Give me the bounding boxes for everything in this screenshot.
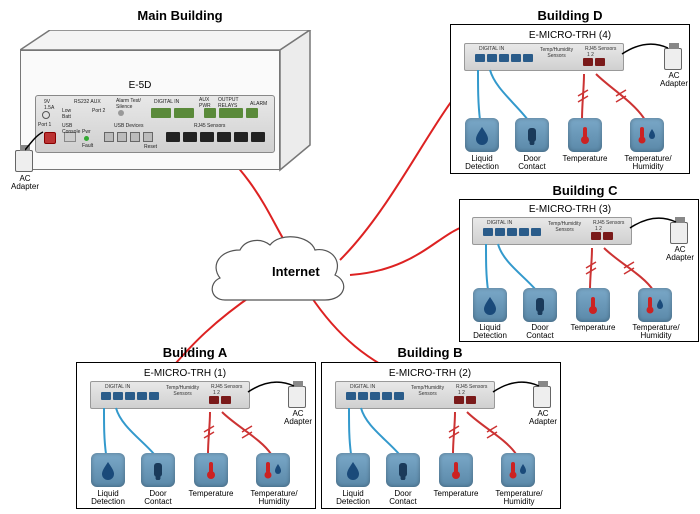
sensor-temp-c — [576, 288, 610, 322]
device-c-label: E-MICRO-TRH (3) — [500, 204, 640, 215]
sensor-th-c-label: Temperature/ Humidity — [626, 324, 686, 340]
micro-device-d: DIGITAL IN Temp/Humidity Sensors RJ45 Se… — [464, 43, 624, 71]
e5d-fault-label: Fault — [82, 143, 93, 149]
sensor-liquid-c-label: Liquid Detection — [466, 324, 514, 340]
sensor-liquid-b — [336, 453, 370, 487]
building-a-title: Building A — [135, 345, 255, 360]
device-a-label: E-MICRO-TRH (1) — [115, 368, 255, 379]
sensor-liquid-a-label: Liquid Detection — [84, 490, 132, 506]
sensor-liquid-d — [465, 118, 499, 152]
ac-adapter-main-label: AC Adapter — [8, 175, 42, 191]
e5d-lowbatt-label: Low Batt — [62, 108, 71, 120]
sensor-door-b-label: Door Contact — [381, 490, 425, 506]
sensor-th-b — [501, 453, 535, 487]
main-building-title: Main Building — [100, 8, 260, 23]
sensor-temp-c-label: Temperature — [564, 324, 622, 332]
sensor-liquid-c — [473, 288, 507, 322]
e5d-rs232-label: RS232 AUX — [74, 99, 101, 105]
sensor-door-c — [523, 288, 557, 322]
e5d-port2-label: Port 2 — [92, 108, 105, 114]
e5d-digin-label: DIGITAL IN — [154, 99, 179, 105]
e5d-device: 9V 1.5A RS232 AUX Alarm Test/ Silence DI… — [35, 95, 275, 153]
sensor-th-c — [638, 288, 672, 322]
e5d-usb-label: USB Console — [62, 123, 80, 135]
e5d-rj45-label: RJ45 Sensors — [194, 123, 225, 129]
sensor-door-b — [386, 453, 420, 487]
micro-device-c: DIGITAL IN Temp/Humidity Sensors RJ45 Se… — [472, 217, 632, 245]
e5d-alarm-label: Alarm Test/ Silence — [116, 98, 141, 110]
sensor-th-a — [256, 453, 290, 487]
e5d-port1-label: Port 1 — [38, 122, 51, 128]
micro-device-b: DIGITAL IN Temp/Humidity Sensors RJ45 Se… — [335, 381, 495, 409]
e5d-label: E-5D — [110, 80, 170, 91]
sensor-th-d — [630, 118, 664, 152]
micro-device-a: DIGITAL IN Temp/Humidity Sensors RJ45 Se… — [90, 381, 250, 409]
sensor-temp-d-label: Temperature — [556, 155, 614, 163]
e5d-usbdev-label: USB Devices — [114, 123, 143, 129]
sensor-temp-b-label: Temperature — [427, 490, 485, 498]
sensor-th-a-label: Temperature/ Humidity — [244, 490, 304, 506]
e5d-alarm2-label: ALARM — [250, 101, 267, 107]
sensor-door-a-label: Door Contact — [136, 490, 180, 506]
sensor-liquid-d-label: Liquid Detection — [458, 155, 506, 171]
e5d-pwr2-label: Pwr — [82, 129, 91, 135]
sensor-door-d-label: Door Contact — [510, 155, 554, 171]
device-b-label: E-MICRO-TRH (2) — [360, 368, 500, 379]
sensor-liquid-b-label: Liquid Detection — [329, 490, 377, 506]
device-d-label: E-MICRO-TRH (4) — [500, 30, 640, 41]
sensor-door-d — [515, 118, 549, 152]
building-b-title: Building B — [370, 345, 490, 360]
sensor-door-a — [141, 453, 175, 487]
sensor-th-d-label: Temperature/ Humidity — [618, 155, 678, 171]
sensor-th-b-label: Temperature/ Humidity — [489, 490, 549, 506]
sensor-temp-d — [568, 118, 602, 152]
sensor-door-c-label: Door Contact — [518, 324, 562, 340]
sensor-temp-a — [194, 453, 228, 487]
sensor-liquid-a — [91, 453, 125, 487]
sensor-temp-b — [439, 453, 473, 487]
building-c-title: Building C — [525, 183, 645, 198]
e5d-pwr-label: 9V 1.5A — [44, 99, 54, 111]
building-d-title: Building D — [510, 8, 630, 23]
e5d-reset-label: Reset — [144, 144, 157, 150]
internet-label: Internet — [272, 264, 320, 279]
sensor-temp-a-label: Temperature — [182, 490, 240, 498]
